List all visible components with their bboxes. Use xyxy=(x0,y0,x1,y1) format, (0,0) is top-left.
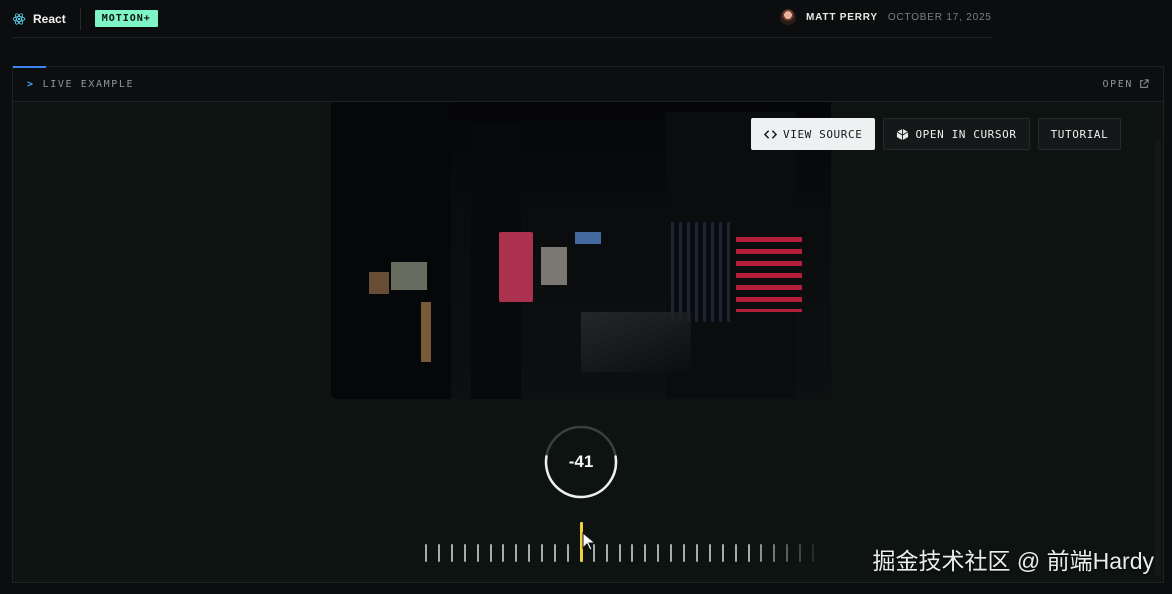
ruler-tick xyxy=(631,544,634,562)
ruler-tick xyxy=(683,544,686,562)
ruler-tick xyxy=(799,544,802,562)
avatar xyxy=(780,9,796,25)
view-source-button[interactable]: VIEW SOURCE xyxy=(751,118,876,150)
open-in-cursor-label: OPEN IN CURSOR xyxy=(915,127,1017,141)
framework-label[interactable]: React xyxy=(12,12,66,26)
ruler-tick xyxy=(708,544,711,562)
open-label: OPEN xyxy=(1102,78,1133,90)
panel-header: > LIVE EXAMPLE OPEN xyxy=(13,66,1163,102)
ruler-tick xyxy=(554,544,557,562)
open-link[interactable]: OPEN xyxy=(1103,79,1149,90)
divider xyxy=(79,7,81,30)
ruler-tick xyxy=(566,544,569,562)
scrollbar[interactable] xyxy=(1155,140,1161,576)
rotation-ruler[interactable] xyxy=(425,522,825,566)
tutorial-label: TUTORIAL xyxy=(1050,127,1109,141)
ruler-tick xyxy=(618,544,621,562)
ruler-tick xyxy=(515,544,518,562)
chevron-right-icon: > xyxy=(27,78,35,90)
example-actions: VIEW SOURCE OPEN IN CURSOR TUTORIAL xyxy=(751,118,1122,150)
ruler-tick xyxy=(812,544,815,562)
mouse-pointer-icon xyxy=(582,532,596,551)
ruler-tick xyxy=(437,544,440,562)
ruler-tick xyxy=(734,544,737,562)
ruler-tick xyxy=(695,544,698,562)
ruler-tick xyxy=(773,544,776,562)
ruler-tick xyxy=(489,544,492,562)
active-tab-indicator xyxy=(13,66,46,68)
motion-plus-badge[interactable]: MOTION+ xyxy=(94,10,158,27)
live-example-label: LIVE EXAMPLE xyxy=(42,78,135,90)
live-example-tab[interactable]: > LIVE EXAMPLE xyxy=(27,79,134,90)
ruler-tick xyxy=(450,544,453,562)
ruler-tick xyxy=(760,544,763,562)
framework-name: React xyxy=(33,11,66,26)
ruler-tick xyxy=(463,544,466,562)
code-icon xyxy=(764,129,777,139)
ruler-tick xyxy=(670,544,673,562)
tutorial-button[interactable]: TUTORIAL xyxy=(1037,118,1122,150)
ruler-tick xyxy=(786,544,789,562)
view-source-label: VIEW SOURCE xyxy=(783,127,863,141)
ruler-tick xyxy=(747,544,750,562)
external-link-icon xyxy=(1140,79,1149,88)
react-icon xyxy=(12,12,26,25)
ruler-tick xyxy=(528,544,531,562)
watermark: 掘金技术社区 @ 前端Hardy xyxy=(872,548,1154,574)
ruler-tick xyxy=(605,544,608,562)
ruler-tick xyxy=(476,544,479,562)
ruler-tick xyxy=(502,544,505,562)
ruler-tick xyxy=(644,544,647,562)
author-name[interactable]: MATT PERRY xyxy=(806,12,878,23)
example-stage: VIEW SOURCE OPEN IN CURSOR TUTORIAL -41 xyxy=(13,102,1163,582)
open-in-cursor-button[interactable]: OPEN IN CURSOR xyxy=(883,118,1030,150)
post-date: OCTOBER 17, 2025 xyxy=(887,11,992,23)
dial-value: -41 xyxy=(568,452,594,471)
ruler-tick xyxy=(657,544,660,562)
rotation-dial[interactable]: -41 xyxy=(543,424,619,500)
ruler-tick xyxy=(541,544,544,562)
ruler-tick xyxy=(425,544,427,562)
cursor-cube-icon xyxy=(897,128,909,140)
ruler-tick xyxy=(721,544,724,562)
author-info: MATT PERRY OCTOBER 17, 2025 xyxy=(780,9,992,25)
live-example-panel: > LIVE EXAMPLE OPEN VIEW SOURCE OPEN IN … xyxy=(12,66,1164,583)
